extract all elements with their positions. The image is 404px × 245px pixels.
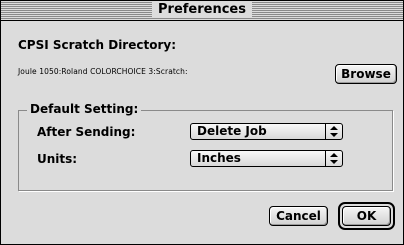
title-bar[interactable]: Preferences <box>1 1 403 21</box>
window-title: Preferences <box>152 2 252 18</box>
units-value: Inches <box>197 151 241 165</box>
scratch-directory-path: Joule 1050:Roland COLORCHOICE 3:Scratch: <box>18 67 188 76</box>
updown-arrows-icon <box>325 124 342 139</box>
preferences-dialog: Preferences CPSI Scratch Directory: Joul… <box>0 0 404 245</box>
after-sending-popup[interactable]: Delete Job <box>190 123 343 140</box>
default-setting-title: Default Setting: <box>27 102 142 116</box>
ok-button[interactable]: OK <box>342 206 391 226</box>
after-sending-value: Delete Job <box>197 124 267 138</box>
units-label: Units: <box>37 152 78 166</box>
browse-button[interactable]: Browse <box>335 64 397 84</box>
units-popup[interactable]: Inches <box>190 150 343 167</box>
after-sending-label: After Sending: <box>37 125 136 139</box>
cancel-button[interactable]: Cancel <box>269 206 328 226</box>
scratch-directory-heading: CPSI Scratch Directory: <box>18 38 176 52</box>
updown-arrows-icon <box>325 151 342 166</box>
